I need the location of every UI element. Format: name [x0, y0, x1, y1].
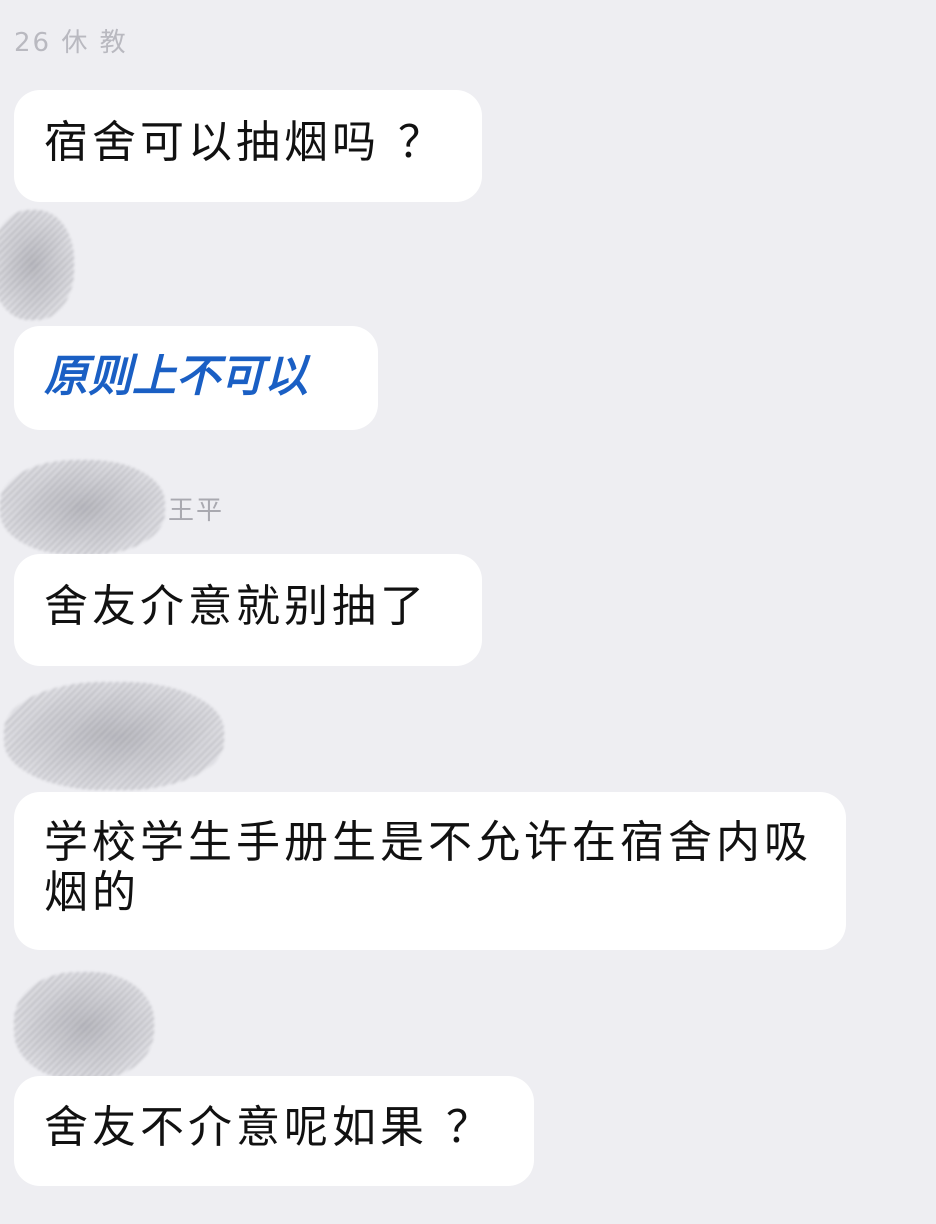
message-text: 舍友不介意呢如果 ？ [44, 1102, 494, 1153]
message-text: 原则上不可以 [44, 351, 308, 402]
sender-name: 26 休 教 [14, 28, 128, 58]
message-bubble[interactable]: 原则上不可以 [14, 326, 378, 430]
message-text: 宿舍可以抽烟吗 ？ [44, 117, 446, 168]
message-text: 学校学生手册生是不允许在宿舍内吸烟的 [44, 817, 812, 918]
message-bubble[interactable]: 舍友介意就别抽了 [14, 554, 482, 666]
message-bubble[interactable]: 学校学生手册生是不允许在宿舍内吸烟的 [14, 792, 846, 950]
sender-name: 王平 [168, 496, 225, 526]
message-bubble[interactable]: 宿舍可以抽烟吗 ？ [14, 90, 482, 202]
redacted-avatar [4, 682, 224, 790]
redacted-avatar [14, 972, 154, 1080]
message-bubble[interactable]: 舍友不介意呢如果 ？ [14, 1076, 534, 1186]
message-text: 舍友介意就别抽了 [44, 581, 428, 632]
redacted-avatar [0, 460, 165, 555]
redacted-avatar [0, 210, 74, 320]
